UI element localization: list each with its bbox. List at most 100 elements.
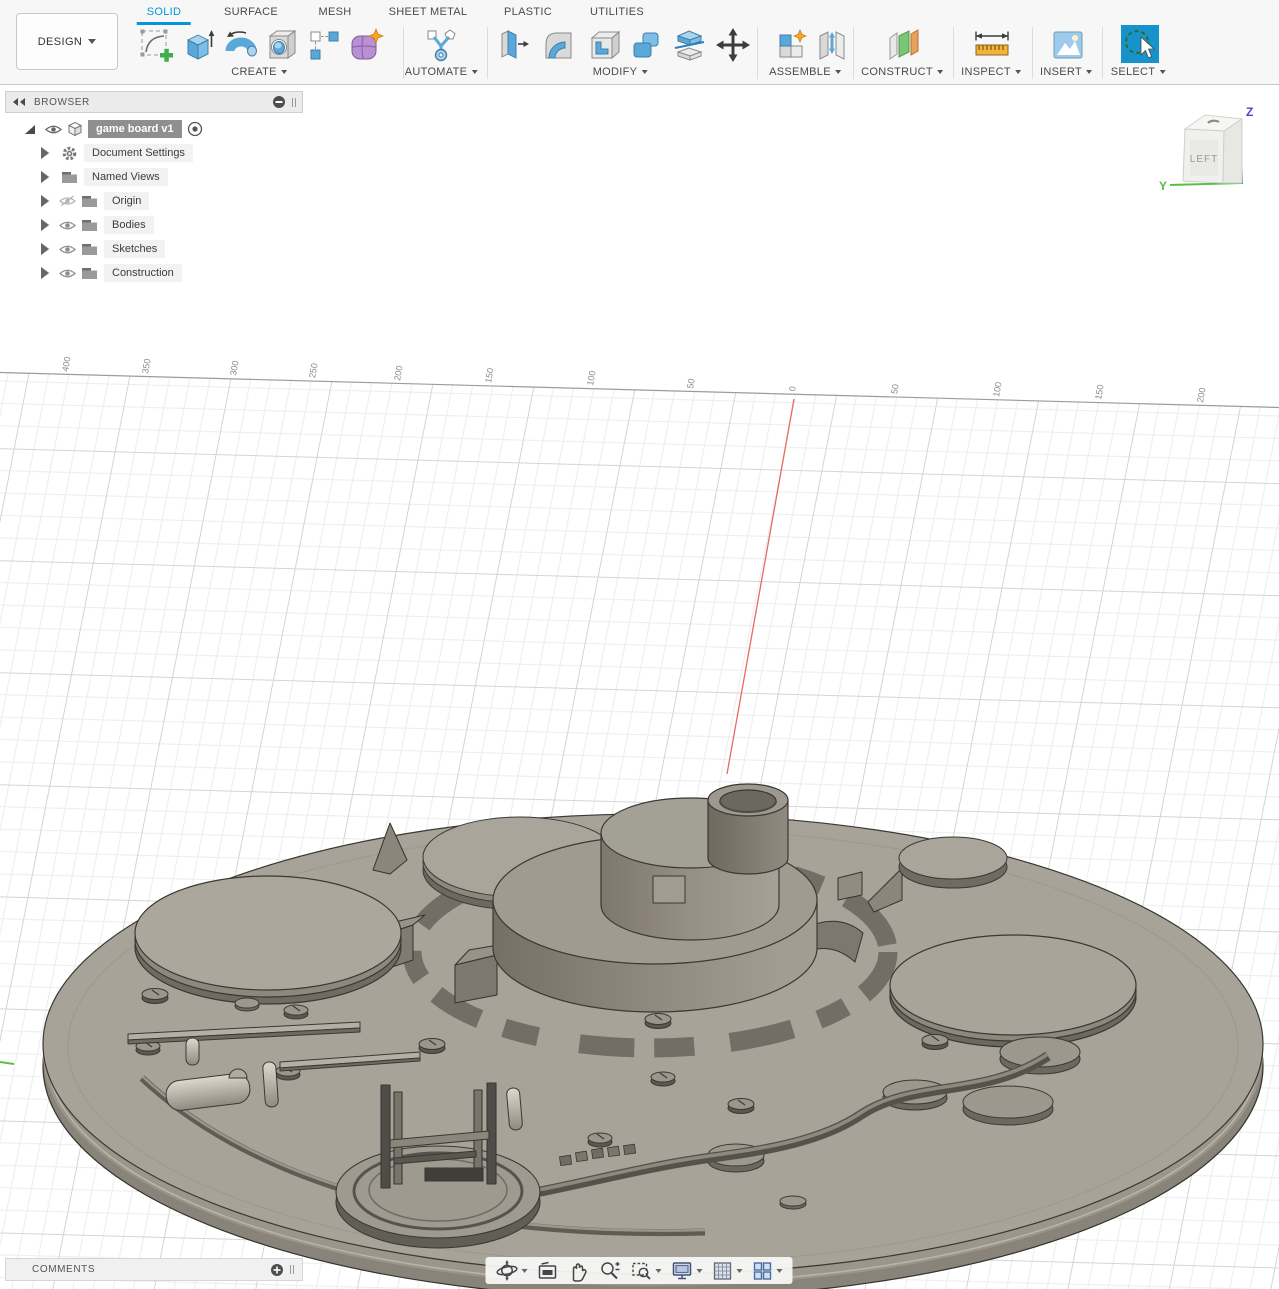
minus-circle-icon[interactable]: [272, 95, 286, 109]
move-copy-button[interactable]: [713, 25, 753, 65]
activate-radio-icon[interactable]: [186, 120, 204, 138]
eye-icon[interactable]: [58, 240, 76, 258]
viewports-button[interactable]: [751, 1260, 782, 1282]
tree-item-label[interactable]: game board v1: [88, 120, 182, 138]
group-divider: [853, 27, 854, 79]
pan-button[interactable]: [567, 1260, 589, 1282]
press-pull-icon: [501, 30, 529, 59]
select-button[interactable]: [1120, 24, 1160, 64]
tree-row-root[interactable]: game board v1: [5, 117, 303, 141]
grid-display-button[interactable]: [711, 1260, 742, 1282]
tree-item-label[interactable]: Bodies: [104, 216, 154, 234]
orbit-button[interactable]: [495, 1259, 527, 1282]
insert-image-button[interactable]: [1048, 25, 1088, 65]
eye-icon[interactable]: [58, 264, 76, 282]
tab-mesh[interactable]: MESH: [319, 2, 352, 22]
navigation-toolbar: [485, 1257, 792, 1284]
comments-bar[interactable]: COMMENTS: [5, 1258, 303, 1281]
eye-hidden-icon[interactable]: [58, 192, 76, 210]
new-component-button[interactable]: [771, 25, 811, 65]
group-label-construct[interactable]: CONSTRUCT: [861, 66, 943, 78]
look-at-button[interactable]: [536, 1260, 558, 1282]
hole-button[interactable]: [262, 25, 302, 65]
shell-button[interactable]: [584, 25, 624, 65]
browser-panel-header[interactable]: BROWSER: [5, 91, 303, 113]
window-zoom-icon: [631, 1262, 651, 1280]
collapsed-triangle-icon[interactable]: [41, 170, 50, 183]
split-body-button[interactable]: [669, 25, 709, 65]
split-body-icon: [674, 30, 705, 61]
viewcube[interactable]: LEFT Z Y: [1158, 98, 1278, 202]
grip-icon[interactable]: [292, 97, 296, 107]
combine-icon: [633, 32, 659, 58]
tab-sheet-metal[interactable]: SHEET METAL: [389, 2, 468, 22]
tab-surface[interactable]: SURFACE: [224, 2, 278, 22]
folder-icon: [80, 192, 98, 210]
group-label-modify[interactable]: MODIFY: [593, 66, 648, 78]
collapsed-triangle-icon[interactable]: [41, 266, 50, 279]
display-settings-button[interactable]: [670, 1259, 702, 1282]
grip-icon[interactable]: [290, 1265, 294, 1274]
create-sketch-icon: [140, 29, 173, 62]
tree-item-label[interactable]: Construction: [104, 264, 182, 282]
tree-row-construction[interactable]: Construction: [5, 261, 303, 285]
tab-plastic[interactable]: PLASTIC: [504, 2, 552, 22]
tree-row-named-views[interactable]: Named Views: [5, 165, 303, 189]
tree-item-label[interactable]: Document Settings: [84, 144, 193, 162]
tree-item-label[interactable]: Origin: [104, 192, 150, 210]
design-menu-button[interactable]: DESIGN: [16, 13, 118, 70]
browser-panel: BROWSER game board v1 Document Settings …: [5, 91, 303, 285]
revolve-button[interactable]: [220, 25, 260, 65]
disc-left: [134, 875, 402, 1005]
window-zoom-button[interactable]: [630, 1260, 661, 1282]
folder-icon: [80, 216, 98, 234]
group-label-select[interactable]: SELECT: [1111, 66, 1166, 78]
tab-solid[interactable]: SOLID: [136, 2, 191, 25]
eye-icon[interactable]: [44, 120, 62, 138]
extrude-button[interactable]: [178, 25, 218, 65]
tree-row-sketches[interactable]: Sketches: [5, 237, 303, 261]
folder-icon: [80, 240, 98, 258]
extrude-icon: [186, 30, 215, 60]
construction-plane-button[interactable]: [884, 25, 924, 65]
group-label-assemble[interactable]: ASSEMBLE: [769, 66, 841, 78]
collapsed-triangle-icon[interactable]: [41, 194, 50, 207]
plus-circle-icon[interactable]: [270, 1263, 284, 1277]
group-label-automate[interactable]: AUTOMATE: [405, 66, 478, 78]
group-label-inspect[interactable]: INSPECT: [961, 66, 1021, 78]
measure-button[interactable]: [970, 25, 1014, 65]
tree-row-bodies[interactable]: Bodies: [5, 213, 303, 237]
fillet-button[interactable]: [538, 25, 578, 65]
create-sketch-button[interactable]: [136, 25, 176, 65]
collapsed-triangle-icon[interactable]: [41, 242, 50, 255]
eye-icon[interactable]: [58, 216, 76, 234]
automate-button[interactable]: [421, 25, 461, 65]
disc-right-top: [898, 836, 1008, 889]
new-component-icon: [779, 28, 808, 58]
collapse-panel-icon[interactable]: [12, 97, 26, 107]
group-label-insert[interactable]: INSERT: [1040, 66, 1092, 78]
rectangular-pattern-button[interactable]: [304, 25, 344, 65]
chevron-down-icon: [521, 1268, 527, 1273]
disc-right: [889, 934, 1137, 1048]
zoom-button[interactable]: [598, 1259, 621, 1282]
collapsed-triangle-icon[interactable]: [41, 218, 50, 231]
viewcube-face-label[interactable]: LEFT: [1190, 154, 1218, 165]
collapsed-triangle-icon[interactable]: [41, 146, 50, 159]
svg-text:50: 50: [685, 378, 697, 390]
design-menu-label: DESIGN: [37, 35, 83, 48]
select-icon: [1121, 25, 1159, 63]
joint-button[interactable]: [812, 25, 852, 65]
press-pull-button[interactable]: [492, 25, 532, 65]
tab-utilities[interactable]: UTILITIES: [590, 2, 644, 22]
group-divider: [1102, 27, 1103, 79]
tree-item-label[interactable]: Sketches: [104, 240, 166, 258]
tree-row-document-settings[interactable]: Document Settings: [5, 141, 303, 165]
zoom-icon: [600, 1262, 619, 1280]
expand-triangle-icon[interactable]: [23, 123, 36, 136]
tree-row-origin[interactable]: Origin: [5, 189, 303, 213]
group-label-create[interactable]: CREATE: [231, 66, 287, 78]
combine-button[interactable]: [626, 25, 666, 65]
tree-item-label[interactable]: Named Views: [84, 168, 168, 186]
create-form-button[interactable]: [346, 25, 386, 65]
